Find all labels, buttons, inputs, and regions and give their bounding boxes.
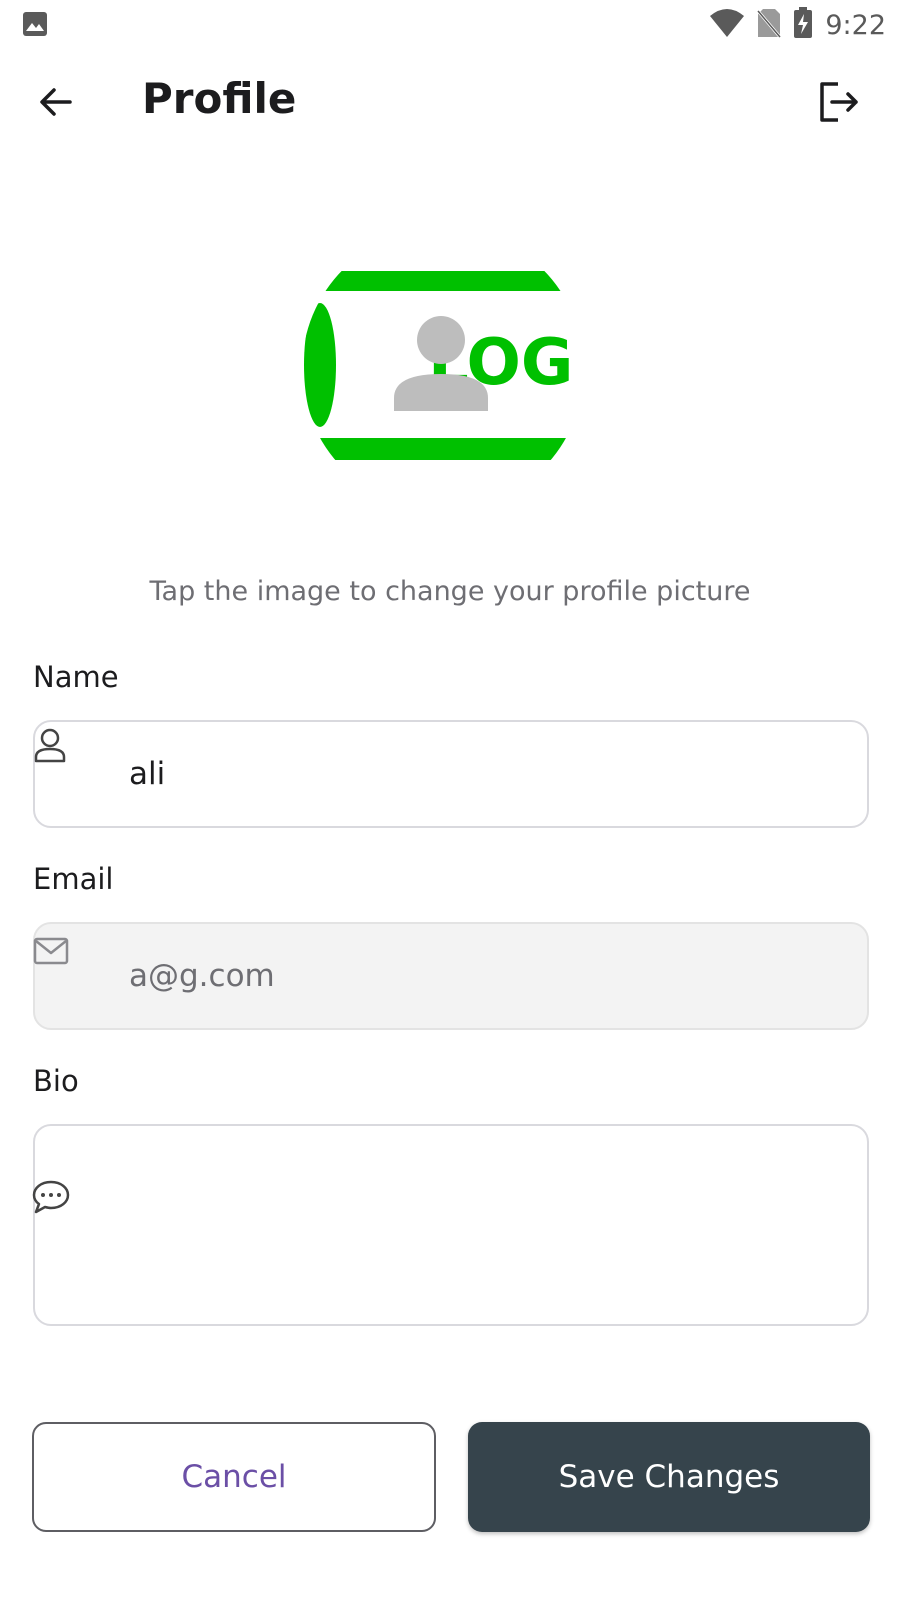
app-header: Profile bbox=[0, 60, 900, 146]
arrow-left-icon bbox=[36, 82, 76, 126]
name-input[interactable] bbox=[129, 752, 847, 796]
logout-button[interactable] bbox=[812, 78, 864, 130]
bio-label: Bio bbox=[33, 1064, 79, 1098]
status-icons: 9:22 bbox=[709, 7, 886, 43]
email-label: Email bbox=[33, 862, 114, 896]
avatar-hint: Tap the image to change your profile pic… bbox=[149, 576, 751, 607]
status-time: 9:22 bbox=[825, 9, 886, 41]
no-sim-icon bbox=[757, 8, 782, 42]
logout-icon bbox=[816, 80, 860, 128]
profile-avatar[interactable]: LOG bbox=[302, 228, 584, 510]
wifi-icon bbox=[709, 8, 745, 42]
user-icon bbox=[31, 726, 69, 764]
image-icon bbox=[22, 11, 48, 37]
email-input[interactable] bbox=[129, 954, 847, 998]
email-field[interactable] bbox=[33, 922, 869, 1030]
chat-bubble-icon bbox=[32, 1178, 70, 1216]
mail-icon bbox=[32, 932, 70, 970]
page-title: Profile bbox=[142, 74, 297, 123]
name-field[interactable] bbox=[33, 720, 869, 828]
back-button[interactable] bbox=[30, 78, 82, 130]
save-changes-button[interactable]: Save Changes bbox=[468, 1422, 870, 1532]
status-bar: 9:22 bbox=[0, 0, 900, 52]
battery-charging-icon bbox=[793, 7, 813, 43]
bio-field[interactable] bbox=[32, 1124, 869, 1326]
bio-input[interactable] bbox=[129, 1146, 847, 1304]
name-label: Name bbox=[33, 660, 119, 694]
cancel-button[interactable]: Cancel bbox=[32, 1422, 436, 1532]
avatar-image: LOG bbox=[304, 271, 573, 460]
